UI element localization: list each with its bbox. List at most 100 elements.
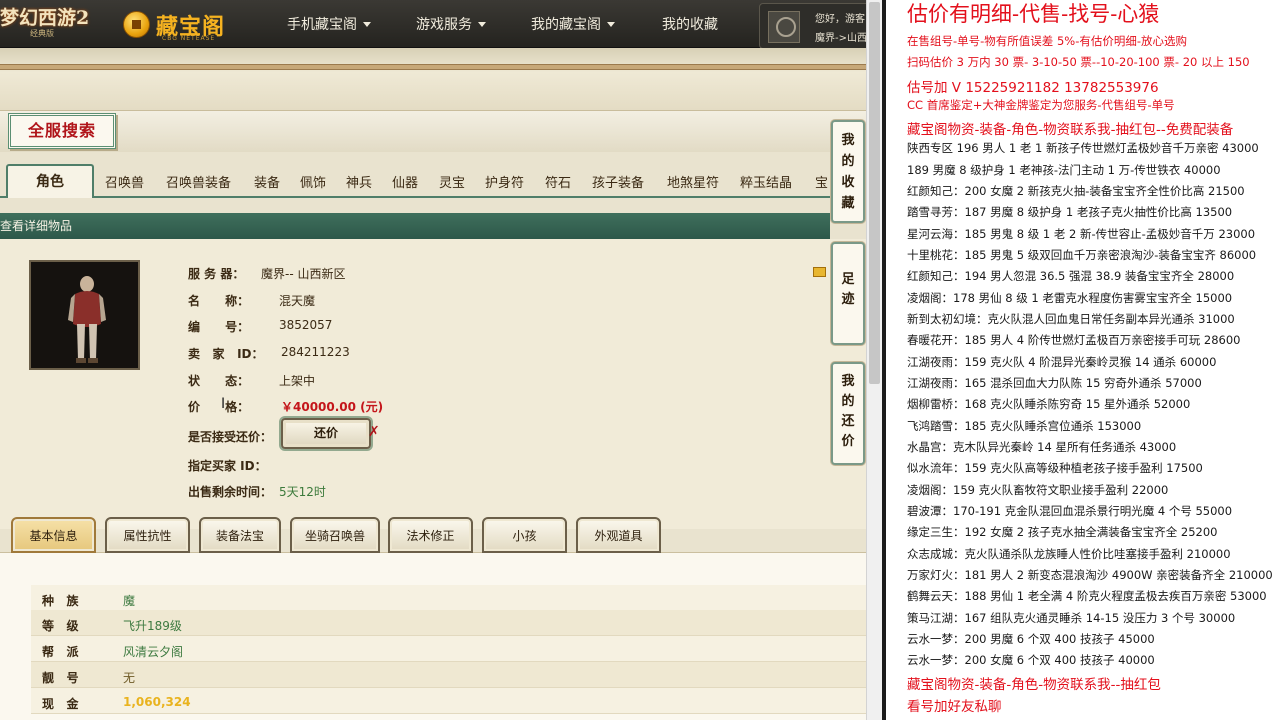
note-line: 云水一梦：200 女魔 6 个双 400 技孩子 40000 xyxy=(907,653,1155,667)
bargain-button[interactable]: 还价 xyxy=(281,418,371,449)
note-line: 碧波潭：170-191 克金队混回血混杀景行明光魔 4 个号 55000 xyxy=(907,504,1233,518)
note-line: 江湖夜雨：165 混杀回血大力队陈 15 穷奇外通杀 57000 xyxy=(907,376,1202,390)
tab-equipment-treasure[interactable]: 装备法宝 xyxy=(199,517,281,553)
nav-label: 我的藏宝阁 xyxy=(531,17,601,33)
attr-key: 等 级 xyxy=(42,619,79,633)
table-row: 靓 号无 xyxy=(31,662,866,688)
nav-game-services[interactable]: 游戏服务 xyxy=(416,14,486,34)
tab-summon-equipment[interactable]: 召唤兽装备 xyxy=(166,172,231,191)
tab-child-equipment[interactable]: 孩子装备 xyxy=(592,172,644,191)
tab-child[interactable]: 小孩 xyxy=(482,517,567,553)
nav-my-cbg[interactable]: 我的藏宝阁 xyxy=(531,14,615,34)
tab-amulet[interactable]: 护身符 xyxy=(485,172,524,191)
tab-spell-correction[interactable]: 法术修正 xyxy=(388,517,473,553)
side-button-label: 我的收藏 xyxy=(841,133,855,211)
note-line: 鹤舞云天：188 男仙 1 老全满 4 阶克火程度孟极去疾百万亲密 53000 xyxy=(907,589,1267,603)
note-line: 春暖花开：185 男人 4 阶传世燃灯孟极百万亲密接手可玩 28600 xyxy=(907,333,1241,347)
label-accept-bargain: 是否接受还价： xyxy=(188,430,273,444)
footprint-side-button[interactable]: 足迹 xyxy=(831,242,865,345)
attr-value: 1,060,324 xyxy=(123,695,191,709)
label-designated-buyer: 指定买家 ID： xyxy=(188,459,267,473)
tab-immortal-item[interactable]: 仙器 xyxy=(392,172,418,191)
note-line: 似水流年：159 克火队高等级种植老孩子接手盈利 17500 xyxy=(907,461,1203,475)
note-line: 估号加 V 15225921182 13782553976 xyxy=(907,80,1159,96)
side-button-column: 我的收藏 足迹 我的还价 xyxy=(831,120,865,466)
game-logo-subtitle: 经典版 xyxy=(30,29,54,38)
value-time-remaining: 5天12时 xyxy=(279,485,326,499)
cbg-browser-pane: 梦幻西游2 经典版 藏宝阁 CBG NETEASE 手机藏宝阁 游戏服务 我的藏宝… xyxy=(0,0,866,720)
tab-summon[interactable]: 召唤兽 xyxy=(105,172,144,191)
top-navigation: 梦幻西游2 经典版 藏宝阁 CBG NETEASE 手机藏宝阁 游戏服务 我的藏宝… xyxy=(0,0,866,49)
note-line: 凌烟阁：178 男仙 8 级 1 老雷克水程度伤害雾宝宝齐全 15000 xyxy=(907,291,1233,305)
note-line: 新到太初幻境：克火队混人回血鬼日常任务副本异光通杀 31000 xyxy=(907,312,1235,326)
label-name: 名 称： xyxy=(188,294,250,308)
tab-jade-crystal[interactable]: 粹玉结晶 xyxy=(740,172,792,191)
note-line: 红颜知己：194 男人忽混 36.5 强混 38.9 装备宝宝齐全 28000 xyxy=(907,269,1235,283)
coin-icon xyxy=(123,11,150,38)
tab-basic-info[interactable]: 基本信息 xyxy=(11,517,96,553)
note-line: 云水一梦：200 男魔 6 个双 400 技孩子 45000 xyxy=(907,632,1155,646)
user-avatar-icon[interactable] xyxy=(768,11,800,43)
note-line: 飞鸿踏雪：185 克火队睡杀宫位通杀 153000 xyxy=(907,419,1142,433)
nav-mobile-cbg[interactable]: 手机藏宝阁 xyxy=(287,14,371,34)
character-figure-icon xyxy=(68,276,106,363)
note-line: 藏宝阁物资-装备-角色-物资联系我--抽红包 xyxy=(907,677,1161,693)
tab-accessory[interactable]: 佩饰 xyxy=(300,172,326,191)
game-logo[interactable]: 梦幻西游2 经典版 xyxy=(0,7,96,41)
tab-star-talisman[interactable]: 地煞星符 xyxy=(667,172,719,191)
nav-label: 游戏服务 xyxy=(416,17,472,33)
value-server: 魔界-- 山西新区 xyxy=(261,267,346,281)
tab-appearance-items[interactable]: 外观道具 xyxy=(576,517,661,553)
label-seller-id: 卖 家 ID： xyxy=(188,347,264,361)
attr-key: 种 族 xyxy=(42,594,79,608)
value-status: 上架中 xyxy=(279,374,316,388)
tab-treasure[interactable]: 宝 xyxy=(815,172,828,191)
attr-value: 飞升189级 xyxy=(123,619,182,633)
note-title: 估价有明细-代售-找号-心猿 xyxy=(907,2,1160,26)
note-line: 红颜知己：200 女魔 2 新孩克火抽-装备宝宝齐全性价比高 21500 xyxy=(907,184,1245,198)
tab-divine-weapon[interactable]: 神兵 xyxy=(346,172,372,191)
brand-english: CBG NETEASE xyxy=(162,35,216,42)
attr-value: 魔 xyxy=(123,594,136,608)
folder-icon[interactable] xyxy=(813,267,826,277)
nav-label: 我的收藏 xyxy=(662,17,718,33)
tab-attributes[interactable]: 属性抗性 xyxy=(105,517,190,553)
table-row: 帮 派 风清云夕阁 xyxy=(31,636,866,662)
user-box[interactable]: 您好，游客 魔界->山西 xyxy=(759,3,866,49)
side-button-label: 我的还价 xyxy=(841,374,855,449)
label-status: 状 态： xyxy=(188,374,250,388)
cbg-logo[interactable]: 藏宝阁 CBG NETEASE xyxy=(120,6,250,42)
scrollbar-thumb[interactable] xyxy=(869,2,880,384)
category-tabs: 角色 召唤兽 召唤兽装备 装备 佩饰 神兵 仙器 灵宝 护身符 符石 孩子装备 … xyxy=(0,162,830,198)
tab-equipment[interactable]: 装备 xyxy=(254,172,280,191)
nav-label: 手机藏宝阁 xyxy=(287,17,357,33)
nav-my-favorites[interactable]: 我的收藏 xyxy=(662,14,718,34)
all-server-search-title[interactable]: 全服搜索 xyxy=(8,113,116,149)
game-logo-text: 梦幻西游2 xyxy=(0,7,90,29)
note-line: 江湖夜雨：159 克火队 4 阶混异光秦岭灵猴 14 通杀 60000 xyxy=(907,355,1217,369)
label-price: 价 格： xyxy=(188,400,250,414)
tab-rune-stone[interactable]: 符石 xyxy=(545,172,571,191)
attr-key: 现 金 xyxy=(42,697,79,711)
label-server: 服 务 器： xyxy=(188,267,245,281)
my-favorites-side-button[interactable]: 我的收藏 xyxy=(831,120,865,223)
value-name: 混天魔 xyxy=(279,294,316,308)
note-line: 缘定三生：192 女魔 2 孩子克水抽全满装备宝宝齐全 25200 xyxy=(907,525,1218,539)
note-line: 藏宝阁物资-装备-角色-物资联系我-抽红包--免费配装备 xyxy=(907,122,1234,138)
note-line: 十里桃花：185 男鬼 5 级双回血千万亲密浪淘沙-装备宝宝齐 86000 xyxy=(907,248,1257,262)
character-portrait xyxy=(29,260,140,370)
user-server[interactable]: 魔界->山西 xyxy=(815,29,866,44)
table-row: 等 级 飞升189级 xyxy=(31,610,866,636)
label-time-remaining: 出售剩余时间： xyxy=(188,485,273,499)
tab-spirit-treasure[interactable]: 灵宝 xyxy=(439,172,465,191)
chevron-down-icon xyxy=(363,22,371,27)
value-seller-id: 284211223 xyxy=(281,345,350,359)
attr-key: 靓 号 xyxy=(42,671,79,685)
my-bargains-side-button[interactable]: 我的还价 xyxy=(831,362,865,465)
tab-mounts-summons[interactable]: 坐骑召唤兽 xyxy=(290,517,380,553)
text-cursor-icon: I xyxy=(221,396,226,412)
note-line: 陕西专区 196 男人 1 老 1 新孩子传世燃灯孟极妙音千万亲密 43000 xyxy=(907,141,1259,155)
note-line: 众志成城：克火队通杀队龙族睡人性价比哇塞接手盈利 210000 xyxy=(907,547,1231,561)
vertical-scrollbar[interactable] xyxy=(866,0,882,720)
tab-role[interactable]: 角色 xyxy=(6,164,94,198)
